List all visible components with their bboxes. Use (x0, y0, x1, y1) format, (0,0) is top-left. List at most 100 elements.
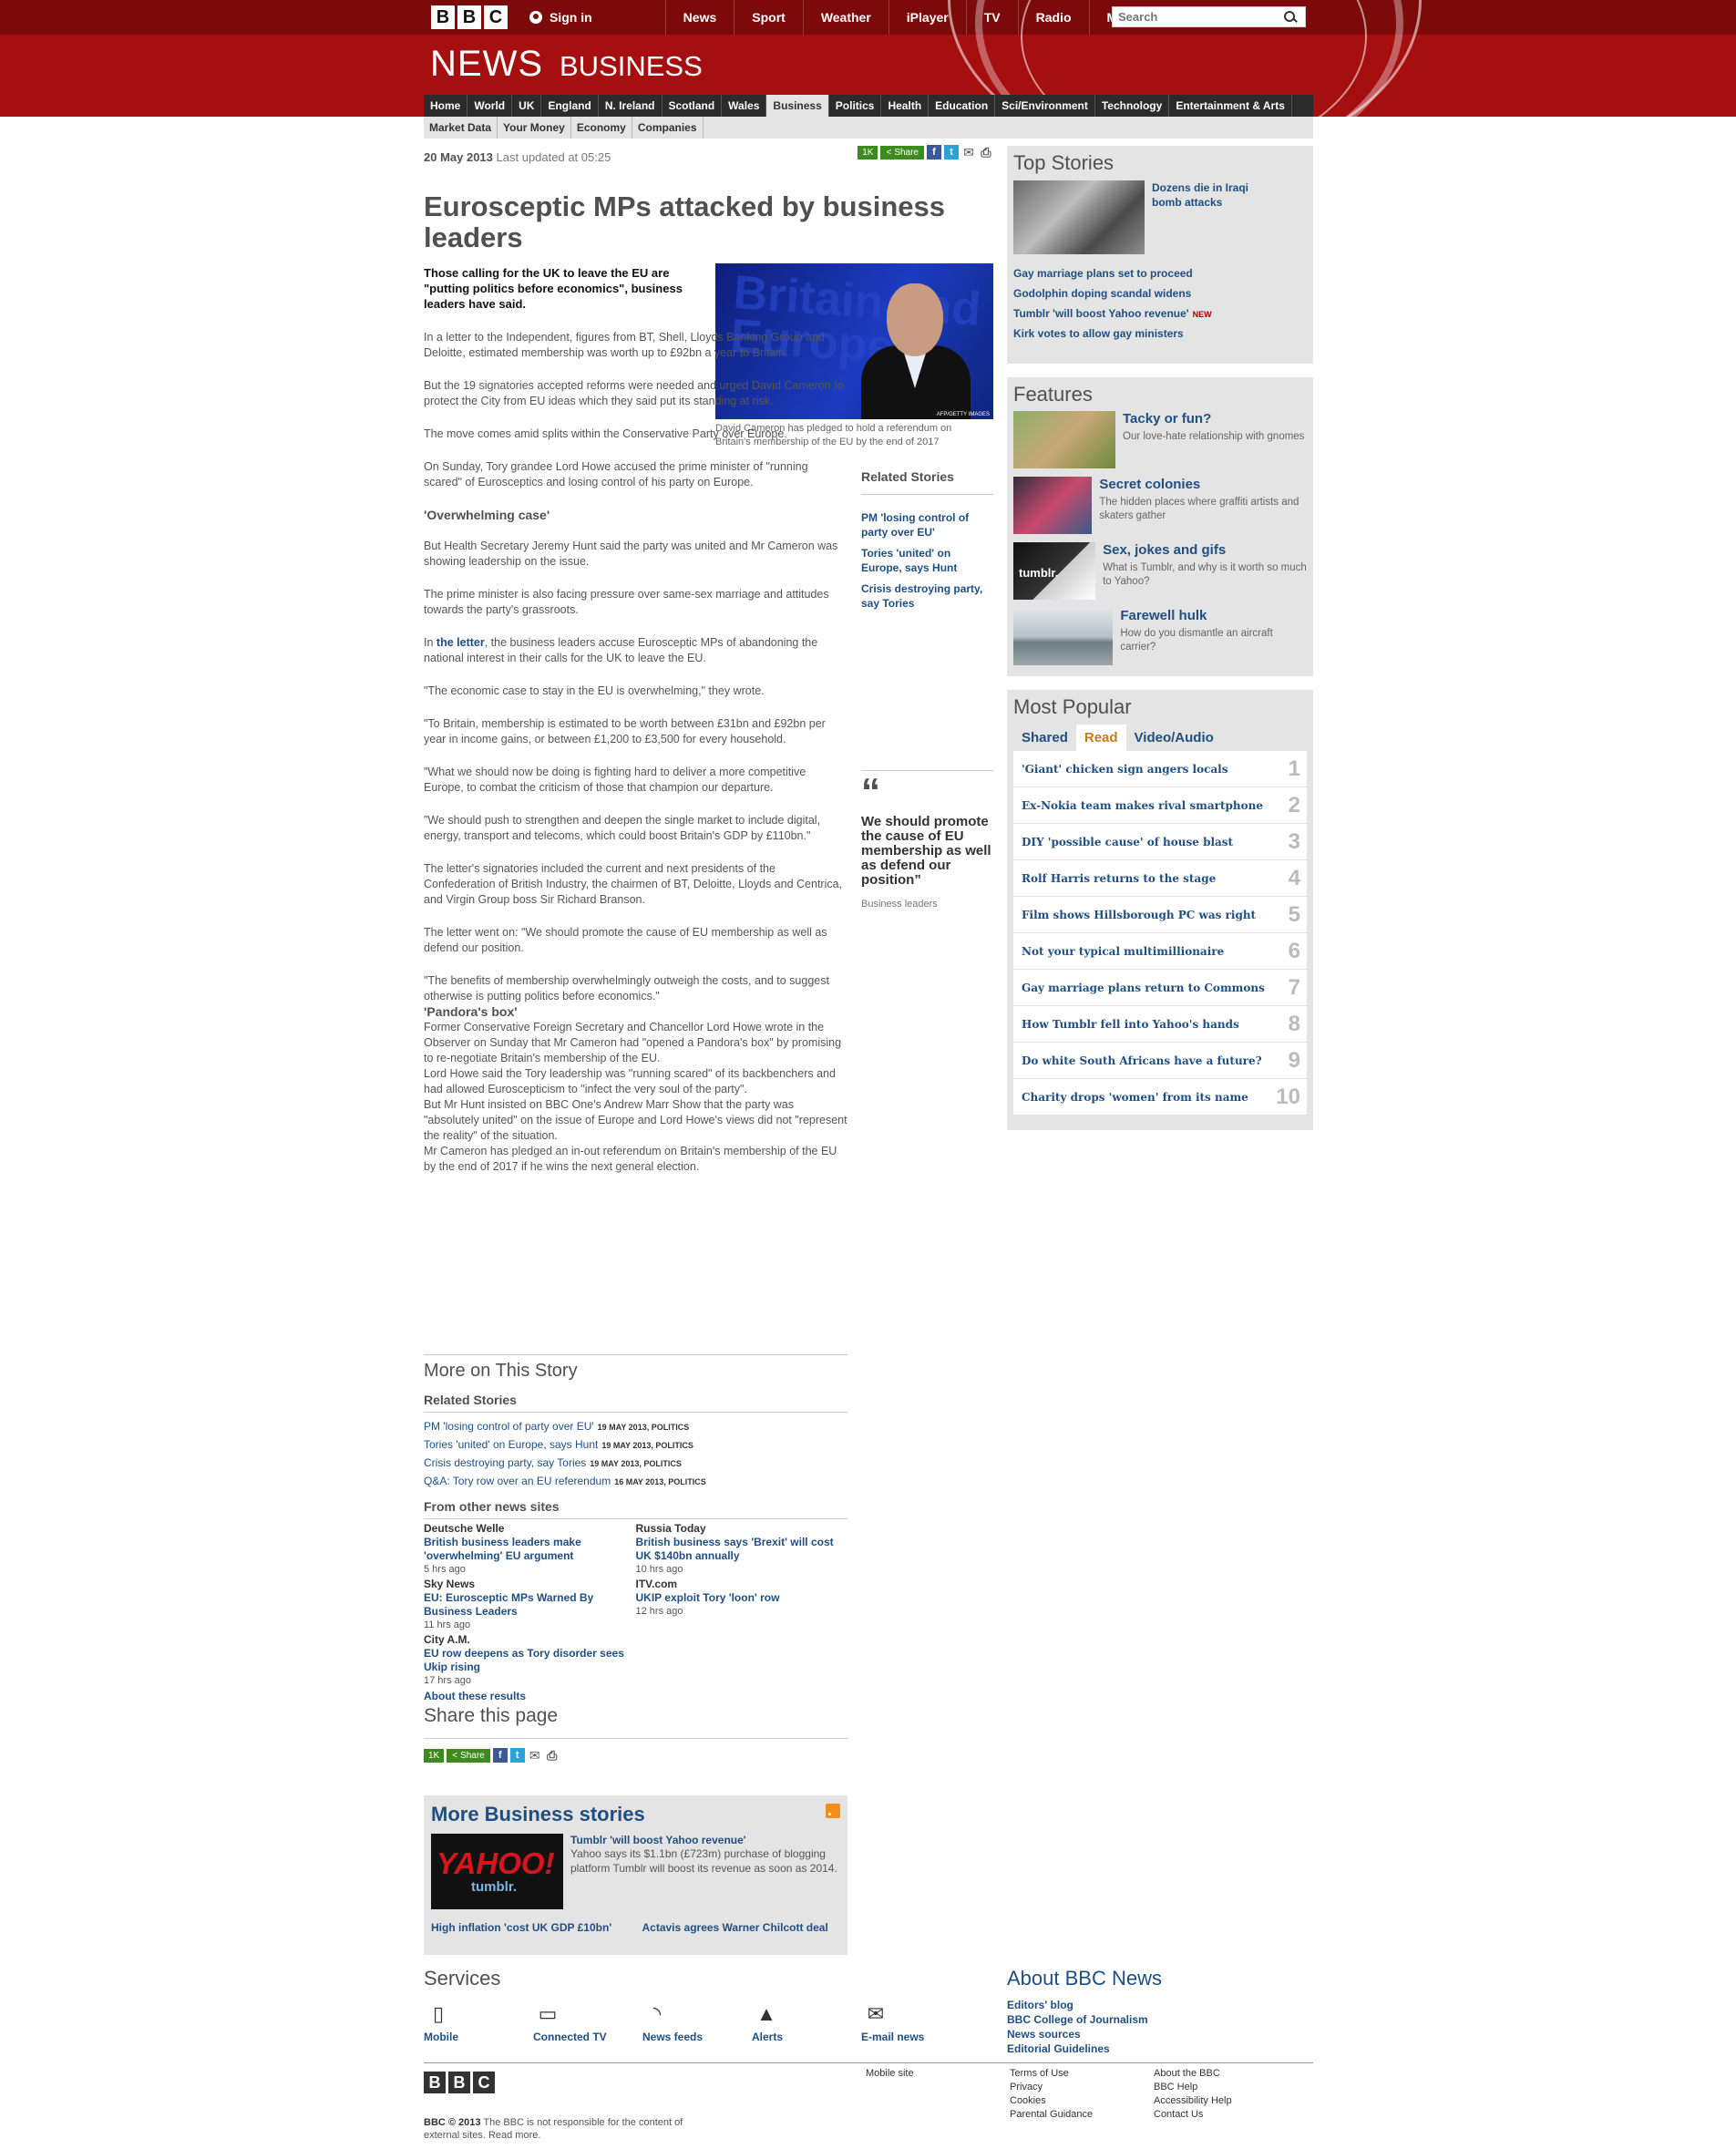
email-icon[interactable]: ✉ (961, 145, 976, 159)
iraq-bomb-thumbnail[interactable] (1013, 180, 1145, 254)
top-story-link[interactable]: Godolphin doping scandal widens (1007, 287, 1313, 300)
nav-home[interactable]: Home (424, 95, 468, 117)
related-link[interactable]: Tories 'united' on Europe, says Hunt (424, 1438, 598, 1451)
popular-link[interactable]: Gay marriage plans return to Commons (1022, 982, 1265, 994)
popular-link[interactable]: How Tumblr fell into Yahoo's hands (1022, 1018, 1239, 1031)
about-link[interactable]: Editors' blog (1007, 1998, 1313, 2012)
share-button[interactable]: < Share (447, 1748, 490, 1763)
tab-read[interactable]: Read (1075, 725, 1126, 751)
print-icon[interactable]: ⎙ (979, 145, 993, 159)
feature-link[interactable]: Tacky or fun? (1123, 411, 1304, 427)
share-button[interactable]: < Share (880, 145, 924, 159)
subnav-economy[interactable]: Economy (571, 117, 632, 139)
popular-link[interactable]: Charity drops 'women' from its name (1022, 1091, 1248, 1104)
more-business-title[interactable]: More Business stories (431, 1803, 840, 1826)
popular-link[interactable]: Ex-Nokia team makes rival smartphone (1022, 799, 1263, 812)
news-business-banner[interactable]: NEWS BUSINESS (430, 44, 703, 85)
popular-link[interactable]: 'Giant' chicken sign angers locals (1022, 763, 1228, 776)
topnav-weather[interactable]: Weather (802, 0, 889, 35)
sign-in-link[interactable]: Sign in (529, 0, 592, 35)
mobile-site-link[interactable]: Mobile site (866, 2067, 914, 2081)
tv-icon[interactable]: ▭ (533, 2000, 562, 2029)
related-link[interactable]: Crisis destroying party, say Tories (424, 1456, 586, 1469)
nav-england[interactable]: England (541, 95, 599, 117)
facebook-icon[interactable]: f (492, 1748, 508, 1763)
related-story-link[interactable]: PM 'losing control of party over EU' (861, 510, 993, 540)
gnomes-thumbnail[interactable] (1013, 411, 1115, 468)
popular-link[interactable]: DIY 'possible cause' of house blast (1022, 836, 1233, 848)
service-alerts[interactable]: Alerts (752, 2031, 861, 2043)
tab-shared[interactable]: Shared (1013, 725, 1076, 751)
external-link[interactable]: British business says 'Brexit' will cost… (636, 1536, 848, 1563)
graffiti-thumbnail[interactable] (1013, 477, 1093, 534)
service-news-feeds[interactable]: News feeds (642, 2031, 752, 2043)
nav-world[interactable]: World (467, 95, 513, 117)
feature-link[interactable]: Secret colonies (1099, 477, 1307, 492)
subnav-your-money[interactable]: Your Money (498, 117, 571, 139)
the-letter-link[interactable]: the letter (437, 636, 485, 649)
envelope-icon[interactable]: ✉ (861, 2000, 890, 2029)
topnav-tv[interactable]: TV (965, 0, 1018, 35)
service-mobile[interactable]: Mobile (424, 2031, 533, 2043)
nav-education[interactable]: Education (929, 95, 996, 117)
yahoo-tumblr-image[interactable]: YAHOO! tumblr. (431, 1834, 563, 1909)
popular-link[interactable]: Rolf Harris returns to the stage (1022, 872, 1216, 885)
top-story-link[interactable]: Dozens die in Iraqi bomb attacks (1152, 180, 1270, 254)
feature-link[interactable]: Farewell hulk (1120, 608, 1307, 623)
footer-link[interactable]: Contact Us (1154, 2108, 1232, 2122)
nav-health[interactable]: Health (881, 95, 930, 117)
external-link[interactable]: EU: Eurosceptic MPs Warned By Business L… (424, 1591, 636, 1619)
topnav-radio[interactable]: Radio (1017, 0, 1089, 35)
footer-link[interactable]: BBC Help (1154, 2081, 1232, 2094)
search-input[interactable] (1113, 10, 1281, 24)
print-icon[interactable]: ⎙ (545, 1748, 560, 1763)
topnav-iplayer[interactable]: iPlayer (888, 0, 966, 35)
mobile-icon[interactable]: ▯ (424, 2000, 453, 2029)
top-story-link[interactable]: Gay marriage plans set to proceed (1007, 267, 1313, 280)
about-news-title[interactable]: About BBC News (1007, 1967, 1313, 1990)
related-story-link[interactable]: Tories 'united' on Europe, says Hunt (861, 546, 993, 575)
nav-business[interactable]: Business (766, 95, 829, 117)
facebook-icon[interactable]: f (927, 145, 941, 159)
twitter-icon[interactable]: t (944, 145, 959, 159)
about-results-link[interactable]: About these results (424, 1690, 636, 1702)
service-connected-tv[interactable]: Connected TV (533, 2031, 642, 2043)
nav-entertainment-arts[interactable]: Entertainment & Arts (1169, 95, 1292, 117)
about-link[interactable]: News sources (1007, 2027, 1313, 2041)
about-link[interactable]: Editorial Guidelines (1007, 2041, 1313, 2056)
subnav-companies[interactable]: Companies (632, 117, 704, 139)
footer-link[interactable]: Terms of Use (1010, 2067, 1093, 2081)
related-story-link[interactable]: Crisis destroying party, say Tories (861, 581, 993, 611)
footer-link[interactable]: Cookies (1010, 2094, 1093, 2108)
subnav-market-data[interactable]: Market Data (424, 117, 498, 139)
external-link[interactable]: UKIP exploit Tory 'loon' row (636, 1591, 848, 1605)
business-story-link[interactable]: Actavis agrees Warner Chilcott deal (642, 1920, 841, 1935)
popular-link[interactable]: Not your typical multimillionaire (1022, 945, 1224, 958)
tumblr-thumbnail[interactable]: tumblr. (1013, 542, 1096, 600)
nav-wales[interactable]: Wales (722, 95, 767, 117)
rss-icon[interactable] (826, 1804, 840, 1818)
nav-uk[interactable]: UK (512, 95, 542, 117)
footer-link[interactable]: Parental Guidance (1010, 2108, 1093, 2122)
email-icon[interactable]: ✉ (528, 1748, 542, 1763)
about-link[interactable]: BBC College of Journalism (1007, 2012, 1313, 2027)
popular-link[interactable]: Film shows Hillsborough PC was right (1022, 909, 1256, 921)
top-story-link[interactable]: Tumblr 'will boost Yahoo revenue' NEW (1007, 307, 1313, 320)
nav-technology[interactable]: Technology (1095, 95, 1170, 117)
featured-story-link[interactable]: Tumblr 'will boost Yahoo revenue' (570, 1834, 839, 1846)
search-icon[interactable] (1281, 8, 1299, 26)
aircraft-carrier-thumbnail[interactable] (1013, 608, 1114, 665)
tab-video-audio[interactable]: Video/Audio (1126, 725, 1222, 751)
popular-link[interactable]: Do white South Africans have a future? (1022, 1054, 1262, 1067)
external-link[interactable]: EU row deepens as Tory disorder sees Uki… (424, 1647, 636, 1674)
nav-n-ireland[interactable]: N. Ireland (599, 95, 663, 117)
nav-sci-environment[interactable]: Sci/Environment (995, 95, 1095, 117)
footer-link[interactable]: Privacy (1010, 2081, 1093, 2094)
twitter-icon[interactable]: t (509, 1748, 525, 1763)
read-more-link[interactable]: Read more. (488, 2130, 540, 2141)
bbc-logo[interactable]: B B C (431, 5, 508, 29)
alert-icon[interactable]: ▲ (752, 2000, 781, 2029)
rss-feed-icon[interactable]: ◝ (642, 2000, 672, 2029)
footer-link[interactable]: Accessibility Help (1154, 2094, 1232, 2108)
nav-politics[interactable]: Politics (829, 95, 882, 117)
